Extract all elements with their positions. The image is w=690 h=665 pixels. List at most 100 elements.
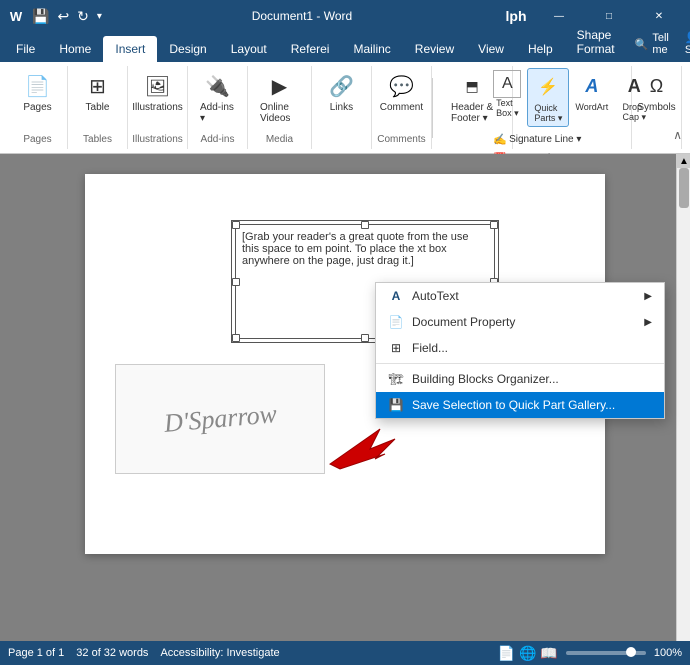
document-title: Document1 - Word (104, 9, 500, 23)
handle-tm[interactable] (361, 221, 369, 229)
wordart-icon: A (576, 70, 608, 102)
autotext-icon: A (388, 288, 404, 304)
field-label: Field... (412, 341, 448, 355)
ribbon-group-addins: 🔌 Add-ins ▾ Add-ins (188, 66, 248, 149)
tab-help[interactable]: Help (516, 36, 565, 62)
illustrations-buttons: 🖼 Illustrations (128, 68, 187, 132)
document-property-label: Document Property (412, 315, 515, 329)
search-icon: 🔍 (635, 38, 649, 51)
signature-text: D'Sparrow (162, 399, 277, 439)
zoom-thumb[interactable] (626, 647, 636, 657)
read-mode-view[interactable]: 📖 (540, 645, 557, 662)
pages-button[interactable]: 📄 Pages (18, 68, 58, 115)
quick-parts-dropdown: A AutoText ▶ 📄 Document Property ▶ ⊞ Fie… (375, 282, 665, 419)
tables-buttons: ⊞ Table (78, 68, 118, 132)
web-layout-view[interactable]: 🌐 (519, 645, 536, 662)
text-box-button[interactable]: A TextBox ▾ (489, 68, 525, 121)
save-selection-item[interactable]: 💾 Save Selection to Quick Part Gallery..… (376, 392, 664, 418)
tab-review[interactable]: Review (403, 36, 466, 62)
title-text: Document1 - Word (252, 9, 352, 23)
wordart-button[interactable]: A WordArt (571, 68, 612, 114)
tab-design[interactable]: Design (157, 36, 218, 62)
handle-bl[interactable] (232, 334, 240, 342)
building-blocks-label: Building Blocks Organizer... (412, 372, 559, 386)
handle-tr[interactable] (490, 221, 498, 229)
symbols-button[interactable]: Ω Symbols (633, 68, 679, 115)
share-button[interactable]: 👤 Share (677, 25, 690, 62)
tab-layout[interactable]: Layout (219, 36, 279, 62)
signature-box: D'Sparrow (115, 364, 325, 474)
tab-mailings[interactable]: Mailinc (341, 36, 402, 62)
document-property-arrow: ▶ (644, 317, 652, 328)
online-videos-button[interactable]: ▶ Online Videos (256, 68, 303, 126)
ribbon-collapse-button[interactable]: ∧ (673, 128, 682, 142)
video-icon: ▶ (263, 70, 295, 102)
addins-buttons: 🔌 Add-ins ▾ (196, 68, 239, 132)
tab-references[interactable]: Referei (279, 36, 342, 62)
signature-icon: ✍ (493, 133, 507, 146)
table-button[interactable]: ⊞ Table (78, 68, 118, 115)
comments-group-label: Comments (377, 134, 425, 147)
field-item[interactable]: ⊞ Field... (376, 335, 664, 361)
redo-icon[interactable]: ↻ (75, 6, 91, 27)
tell-me-button[interactable]: 🔍 Tell me (627, 26, 677, 62)
symbols-icon: Ω (641, 70, 673, 102)
table-icon: ⊞ (82, 70, 114, 102)
handle-ml[interactable] (232, 278, 240, 286)
status-right: 📄 🌐 📖 100% (498, 645, 682, 662)
tab-insert[interactable]: Insert (103, 36, 157, 62)
addins-group-label: Add-ins (201, 134, 235, 147)
illustrations-button[interactable]: 🖼 Illustrations (128, 68, 187, 115)
scroll-thumb[interactable] (679, 168, 689, 208)
autotext-item[interactable]: A AutoText ▶ (376, 283, 664, 309)
ribbon-body: 📄 Pages Pages ⊞ Table Tables 🖼 Illustrat… (0, 62, 690, 154)
field-icon: ⊞ (388, 340, 404, 356)
dropdown-separator (376, 363, 664, 364)
document-area: ⚓ [Grab your reader's a great quote from… (0, 154, 690, 641)
header-footer-icon: ⬒ (456, 70, 488, 102)
textbox-content: [Grab your reader's a great quote from t… (242, 231, 469, 267)
ribbon-group-links: 🔗 Links (312, 66, 372, 149)
accessibility-indicator[interactable]: Accessibility: Investigate (160, 647, 279, 659)
comment-button[interactable]: 💬 Comment (376, 68, 427, 115)
save-selection-label: Save Selection to Quick Part Gallery... (412, 398, 615, 412)
tab-shape-format[interactable]: Shape Format (565, 22, 627, 62)
comments-buttons: 💬 Comment (376, 68, 427, 132)
addins-button[interactable]: 🔌 Add-ins ▾ (196, 68, 239, 126)
handle-bm[interactable] (361, 334, 369, 342)
tab-view[interactable]: View (466, 36, 516, 62)
undo-icon[interactable]: ↩ (55, 6, 71, 27)
autotext-label: AutoText (412, 289, 459, 303)
vertical-scrollbar[interactable]: ▲ (676, 154, 690, 641)
ribbon-tabs: File Home Insert Design Layout Referei M… (0, 32, 690, 62)
ribbon-group-comments: 💬 Comment Comments (372, 66, 432, 149)
tables-group-label: Tables (83, 134, 112, 147)
document-property-item[interactable]: 📄 Document Property ▶ (376, 309, 664, 335)
autotext-arrow: ▶ (644, 291, 652, 302)
tab-home[interactable]: Home (47, 36, 103, 62)
text-row-1: A TextBox ▾ ⚡ QuickParts ▾ A WordArt (489, 68, 654, 127)
addins-icon: 🔌 (202, 70, 234, 102)
building-blocks-item[interactable]: 🏗 Building Blocks Organizer... (376, 366, 664, 392)
customize-qat-icon[interactable]: ▾ (95, 9, 104, 24)
save-icon[interactable]: 💾 (30, 6, 51, 27)
ribbon-group-pages: 📄 Pages Pages (8, 66, 68, 149)
pages-buttons: 📄 Pages (18, 68, 58, 132)
lph-logo: lph (500, 0, 532, 32)
tab-file[interactable]: File (4, 36, 47, 62)
handle-tl[interactable] (232, 221, 240, 229)
ribbon-group-media: ▶ Online Videos Media (248, 66, 312, 149)
scroll-up-button[interactable]: ▲ (677, 154, 690, 168)
print-layout-view[interactable]: 📄 (498, 645, 515, 662)
quick-parts-button[interactable]: ⚡ QuickParts ▾ (527, 68, 569, 127)
app-window: W 💾 ↩ ↻ ▾ Document1 - Word lph — □ ✕ Fil… (0, 0, 690, 665)
media-group-label: Media (266, 134, 293, 147)
illustrations-icon: 🖼 (142, 70, 174, 102)
links-buttons: 🔗 Links (321, 68, 361, 143)
view-buttons: 📄 🌐 📖 (498, 645, 558, 662)
status-bar: Page 1 of 1 32 of 32 words Accessibility… (0, 641, 690, 665)
links-button[interactable]: 🔗 Links (321, 68, 361, 115)
zoom-slider[interactable] (566, 651, 646, 655)
signature-line-button[interactable]: ✍ Signature Line ▾ (489, 131, 585, 148)
zoom-level: 100% (654, 647, 682, 659)
